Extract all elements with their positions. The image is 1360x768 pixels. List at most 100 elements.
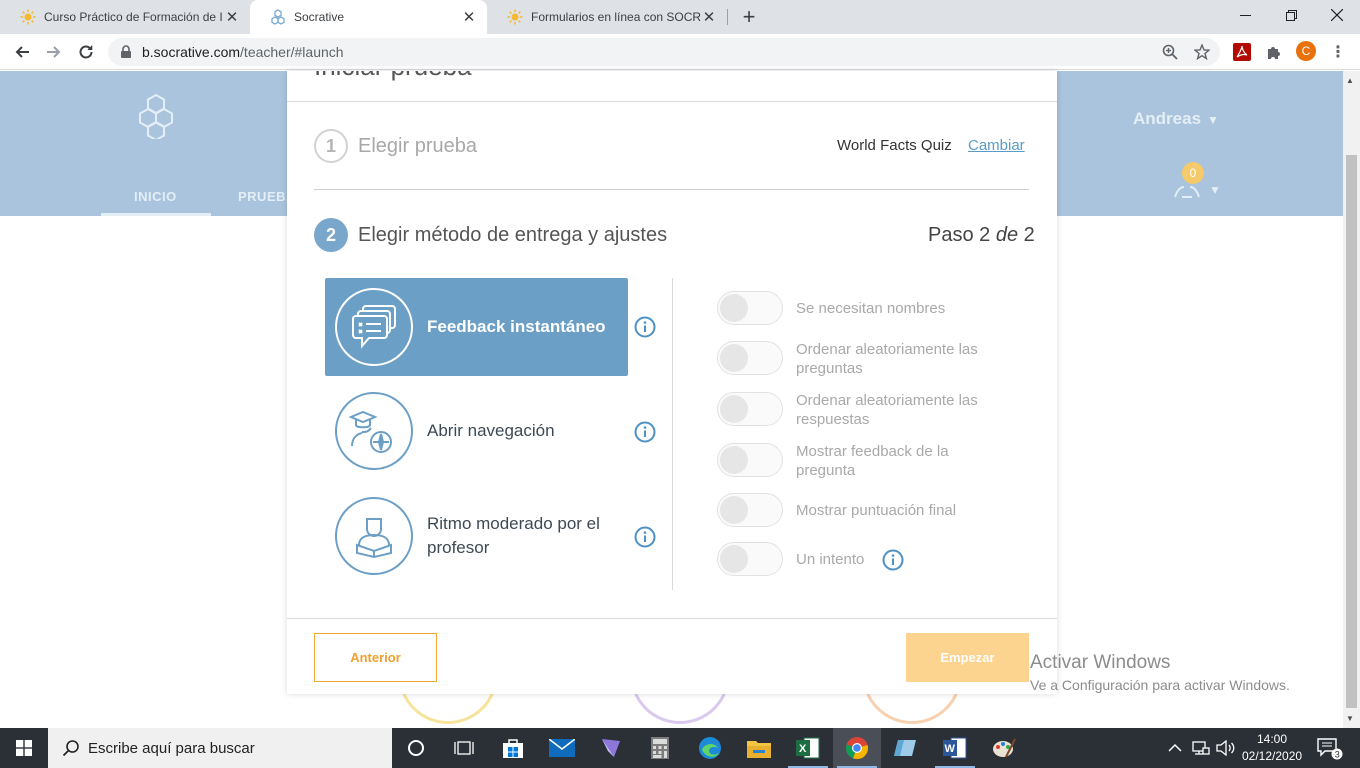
start-button[interactable]: Empezar	[906, 633, 1029, 682]
reload-icon	[79, 45, 93, 59]
activation-watermark-text: Ve a Configuración para activar Windows.	[1030, 677, 1290, 693]
teacher-book-icon	[335, 497, 413, 575]
scrollbar-thumb[interactable]	[1346, 155, 1357, 708]
back-button[interactable]	[8, 38, 36, 66]
previous-button[interactable]: Anterior	[314, 633, 437, 682]
show-final-score-toggle[interactable]	[717, 493, 783, 527]
tab-title: Curso Práctico de Formación de I	[44, 10, 223, 24]
word-app[interactable]: W	[931, 728, 979, 768]
url-field[interactable]: b.socrative.com/teacher/#launch	[108, 38, 1220, 66]
star-icon[interactable]	[1194, 44, 1210, 60]
mail-app[interactable]	[538, 728, 586, 768]
reload-button[interactable]	[72, 38, 100, 66]
store-app[interactable]	[489, 728, 537, 768]
activation-watermark-title: Activar Windows	[1030, 652, 1171, 673]
task-view-button[interactable]	[440, 728, 488, 768]
search-icon	[62, 740, 79, 757]
method-teacher-paced[interactable]: Ritmo moderado por el profesor	[325, 487, 628, 585]
edge-icon	[699, 737, 721, 759]
taskbar-search-field[interactable]: Escribe aquí para buscar	[48, 728, 392, 768]
windows-taskbar: Escribe aquí para buscar X W 14:00 02/12…	[0, 728, 1360, 768]
one-attempt-toggle[interactable]	[717, 542, 783, 576]
acrobat-extension-icon[interactable]	[1232, 42, 1252, 62]
tray-overflow-icon[interactable]	[1168, 728, 1182, 768]
minimize-button[interactable]	[1222, 0, 1268, 30]
sun-favicon-icon	[507, 9, 523, 25]
file-explorer-app[interactable]	[735, 728, 783, 768]
method-label: Abrir navegación	[427, 421, 555, 440]
edge-app[interactable]	[686, 728, 734, 768]
chevron-down-icon[interactable]: ▼	[1209, 183, 1221, 197]
browser-tab-formularios[interactable]: Formularios en línea con SOCRATIVE ✕	[487, 0, 727, 34]
method-instant-feedback[interactable]: Feedback instantáneo	[325, 278, 628, 376]
step-1-number: 1	[314, 129, 348, 163]
search-placeholder: Escribe aquí para buscar	[88, 740, 255, 757]
info-icon[interactable]	[634, 526, 656, 548]
restore-button[interactable]	[1268, 0, 1314, 30]
paint-app[interactable]	[980, 728, 1028, 768]
restore-icon	[1285, 9, 1297, 21]
puzzle-extensions-icon[interactable]	[1264, 42, 1284, 62]
browser-menu-icon[interactable]: ⋮	[1330, 42, 1346, 62]
action-center-button[interactable]: 3	[1316, 736, 1344, 765]
app-shortcut[interactable]	[882, 728, 930, 768]
close-window-button[interactable]	[1314, 0, 1360, 30]
calculator-app[interactable]	[636, 728, 684, 768]
method-open-navigation[interactable]: Abrir navegación	[325, 382, 628, 480]
tab-separator	[727, 9, 728, 25]
nav-inicio[interactable]: INICIO	[134, 189, 177, 204]
user-menu[interactable]: Andreas ▼	[1133, 109, 1219, 129]
close-tab-icon[interactable]: ✕	[461, 9, 477, 26]
forward-button[interactable]	[40, 38, 68, 66]
toggle-knob	[720, 344, 748, 372]
folder-icon	[747, 741, 771, 758]
step-divider	[314, 189, 1029, 190]
require-names-toggle[interactable]	[717, 291, 783, 325]
scroll-up-icon[interactable]: ▲	[1346, 76, 1354, 85]
tab-title: Socrative	[294, 10, 345, 24]
raised-hands-icon[interactable]	[1172, 179, 1202, 199]
nav-active-indicator	[101, 213, 211, 216]
blue-app-icon	[894, 740, 916, 756]
taskbar-clock[interactable]: 14:00 02/12/2020	[1242, 731, 1302, 765]
browser-tab-curso[interactable]: Curso Práctico de Formación de I ✕	[0, 0, 250, 34]
zoom-icon[interactable]	[1162, 44, 1178, 60]
tab-title: Formularios en línea con SOCRATIVE	[531, 10, 701, 24]
onenote-app[interactable]	[587, 728, 635, 768]
info-icon[interactable]	[634, 316, 656, 338]
arrow-right-icon	[47, 46, 61, 58]
excel-app[interactable]: X	[784, 728, 832, 768]
new-tab-button[interactable]: +	[737, 4, 761, 29]
chat-bubbles-icon	[335, 288, 413, 366]
shuffle-answers-toggle[interactable]	[717, 392, 783, 426]
toggle-knob	[720, 446, 748, 474]
info-icon[interactable]	[882, 549, 904, 571]
excel-icon: X	[796, 737, 820, 759]
setting-label: Ordenar aleatoriamente las respuestas	[796, 392, 978, 428]
shuffle-questions-toggle[interactable]	[717, 341, 783, 375]
calculator-icon	[651, 737, 669, 759]
svg-text:W: W	[945, 743, 956, 755]
setting-label: Se necesitan nombres	[796, 300, 946, 317]
network-icon[interactable]	[1192, 728, 1210, 768]
info-icon[interactable]	[634, 421, 656, 443]
modal-header: Iniciar prueba	[287, 71, 1057, 102]
shopping-bag-icon	[503, 739, 523, 758]
scroll-down-icon[interactable]: ▼	[1346, 714, 1354, 723]
toggle-knob	[720, 496, 748, 524]
notification-icon: 3	[1317, 738, 1343, 760]
cortana-button[interactable]	[392, 728, 440, 768]
show-question-feedback-toggle[interactable]	[717, 443, 783, 477]
step-counter: Paso 2 de 2	[928, 224, 1035, 246]
close-tab-icon[interactable]: ✕	[701, 9, 717, 26]
volume-icon[interactable]	[1216, 728, 1236, 768]
browser-tab-socrative[interactable]: Socrative ✕	[250, 0, 487, 34]
profile-avatar[interactable]: C	[1296, 41, 1316, 61]
change-quiz-link[interactable]: Cambiar	[968, 137, 1025, 154]
clock-date: 02/12/2020	[1242, 749, 1303, 763]
modal-title: Iniciar prueba	[314, 71, 472, 82]
toggle-knob	[720, 294, 748, 322]
chrome-app[interactable]	[833, 728, 881, 768]
close-tab-icon[interactable]: ✕	[224, 9, 240, 26]
start-menu-button[interactable]	[0, 728, 48, 768]
